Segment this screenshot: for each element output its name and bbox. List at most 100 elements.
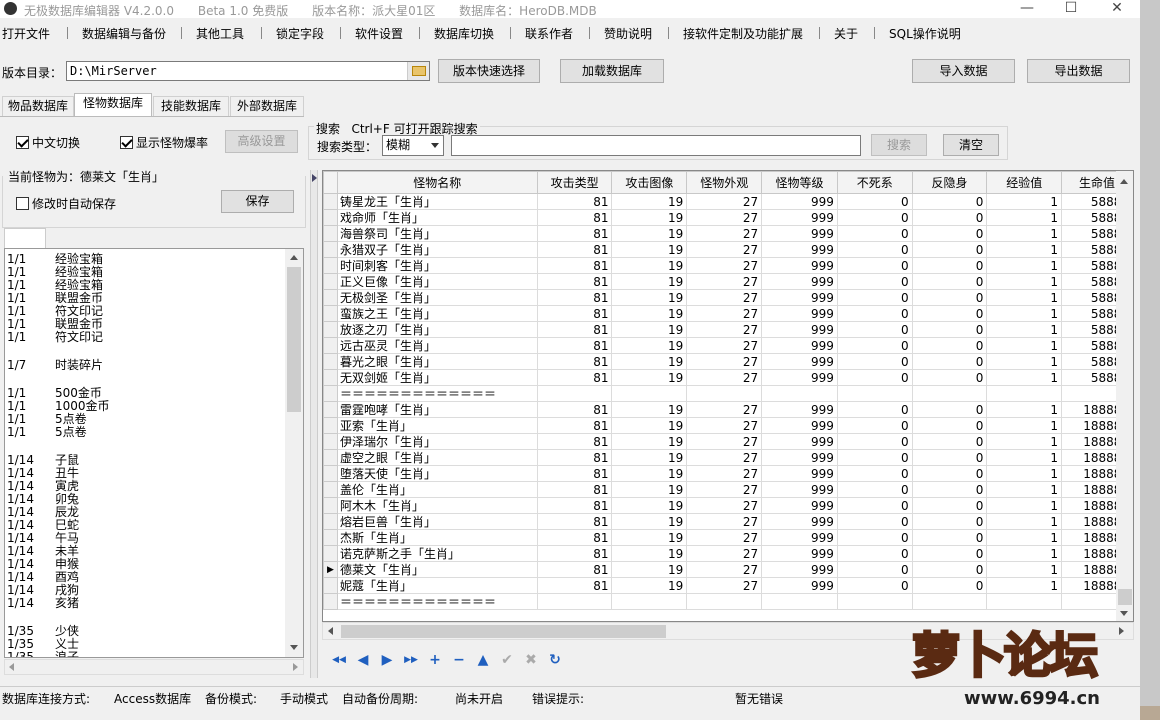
grid-cell[interactable]: 999 <box>761 241 838 258</box>
table-row[interactable]: 远古巫灵「生肖」 81 19 27 999 0 0 1 58888 <box>323 337 1133 354</box>
grid-cell[interactable]: ＝＝＝＝＝＝＝＝＝＝＝＝＝ <box>336 385 538 402</box>
last-record-icon[interactable]: ▶▶ <box>402 651 420 669</box>
grid-cell[interactable]: 999 <box>761 401 838 418</box>
grid-column-header[interactable]: 攻击图像 <box>611 171 688 194</box>
grid-cell[interactable]: 1 <box>986 417 1063 434</box>
delete-record-icon[interactable]: − <box>450 651 468 669</box>
table-row[interactable]: 蛮族之王「生肖」 81 19 27 999 0 0 1 58888 <box>323 305 1133 322</box>
grid-cell[interactable]: 81 <box>536 321 613 338</box>
auto-save-checkbox[interactable]: 修改时自动保存 <box>16 195 116 212</box>
grid-cell[interactable]: 0 <box>836 513 913 530</box>
grid-cell[interactable]: 999 <box>761 225 838 242</box>
grid-cell[interactable]: 0 <box>836 529 913 546</box>
grid-cell[interactable]: 0 <box>836 481 913 498</box>
cancel-record-icon[interactable]: ✖ <box>522 651 540 669</box>
grid-cell[interactable]: 1 <box>986 433 1063 450</box>
grid-cell[interactable]: 81 <box>536 417 613 434</box>
grid-cell[interactable]: 1 <box>986 353 1063 370</box>
grid-cell[interactable]: 放逐之刃「生肖」 <box>336 321 538 338</box>
table-row[interactable]: 诺克萨斯之手「生肖」 81 19 27 999 0 0 1 188888 <box>323 545 1133 562</box>
row-indicator[interactable] <box>323 449 338 466</box>
grid-cell[interactable]: 999 <box>761 417 838 434</box>
path-input[interactable]: D:\MirServer <box>66 61 430 81</box>
grid-cell[interactable]: 0 <box>911 337 988 354</box>
grid-cell[interactable]: 远古巫灵「生肖」 <box>336 337 538 354</box>
chinese-switch-checkbox[interactable]: 中文切换 <box>16 134 80 151</box>
grid-cell[interactable]: 27 <box>686 545 763 562</box>
grid-cell[interactable]: 81 <box>536 577 613 594</box>
grid-cell[interactable]: 1 <box>986 209 1063 226</box>
grid-cell[interactable]: 999 <box>761 497 838 514</box>
grid-cell[interactable]: 19 <box>611 561 688 578</box>
grid-cell[interactable]: 27 <box>686 481 763 498</box>
row-indicator[interactable] <box>323 497 338 514</box>
grid-cell[interactable]: 999 <box>761 369 838 386</box>
grid-column-header[interactable]: 经验值 <box>986 171 1063 194</box>
grid-cell[interactable]: 1 <box>986 529 1063 546</box>
grid-cell[interactable]: 0 <box>911 225 988 242</box>
table-row[interactable]: 妮蔻「生肖」 81 19 27 999 0 0 1 188888 <box>323 577 1133 594</box>
grid-column-header[interactable]: 攻击类型 <box>536 171 613 194</box>
drop-list-scrollbar[interactable] <box>285 249 303 657</box>
grid-cell[interactable] <box>986 385 1063 402</box>
grid-cell[interactable]: 999 <box>761 577 838 594</box>
grid-cell[interactable] <box>836 385 913 402</box>
grid-cell[interactable]: 27 <box>686 401 763 418</box>
row-indicator[interactable] <box>323 353 338 370</box>
grid-cell[interactable]: 0 <box>911 289 988 306</box>
grid-cell[interactable]: 27 <box>686 369 763 386</box>
grid-cell[interactable]: 27 <box>686 241 763 258</box>
scroll-left-icon[interactable] <box>9 663 14 671</box>
grid-cell[interactable]: 81 <box>536 273 613 290</box>
grid-cell[interactable]: 19 <box>611 353 688 370</box>
grid-cell[interactable]: 19 <box>611 369 688 386</box>
grid-cell[interactable]: 1 <box>986 225 1063 242</box>
grid-column-header[interactable]: 反隐身 <box>911 171 988 194</box>
row-indicator[interactable] <box>323 209 338 226</box>
grid-cell[interactable]: 1 <box>986 257 1063 274</box>
grid-cell[interactable]: 无双剑姬「生肖」 <box>336 369 538 386</box>
drop-list-hscroll[interactable] <box>4 659 304 675</box>
row-indicator[interactable] <box>323 513 338 530</box>
menu-item[interactable]: 锁定字段 <box>276 25 324 42</box>
grid-cell[interactable]: 0 <box>836 465 913 482</box>
grid-cell[interactable]: 81 <box>536 369 613 386</box>
grid-cell[interactable]: 0 <box>836 209 913 226</box>
tab-external[interactable]: 外部数据库 <box>230 96 304 116</box>
table-row[interactable]: 虚空之眼「生肖」 81 19 27 999 0 0 1 188888 <box>323 449 1133 466</box>
grid-cell[interactable]: 0 <box>836 289 913 306</box>
grid-cell[interactable]: 19 <box>611 289 688 306</box>
grid-cell[interactable]: 19 <box>611 449 688 466</box>
grid-cell[interactable]: 81 <box>536 289 613 306</box>
grid-cell[interactable]: 999 <box>761 257 838 274</box>
table-row[interactable]: 暮光之眼「生肖」 81 19 27 999 0 0 1 58888 <box>323 353 1133 370</box>
search-type-select[interactable]: 模糊 <box>382 135 444 156</box>
export-button[interactable]: 导出数据 <box>1027 59 1130 83</box>
grid-cell[interactable]: 19 <box>611 241 688 258</box>
table-row[interactable]: 放逐之刃「生肖」 81 19 27 999 0 0 1 58888 <box>323 321 1133 338</box>
grid-cell[interactable]: 0 <box>911 417 988 434</box>
grid-cell[interactable]: 0 <box>911 481 988 498</box>
table-row[interactable]: 堕落天使「生肖」 81 19 27 999 0 0 1 188888 <box>323 465 1133 482</box>
menu-item[interactable]: SQL操作说明 <box>889 25 961 42</box>
menu-item[interactable]: 联系作者 <box>525 25 573 42</box>
grid-cell[interactable]: 999 <box>761 353 838 370</box>
row-indicator[interactable]: ▶ <box>323 561 338 578</box>
grid-cell[interactable]: 1 <box>986 337 1063 354</box>
drop-list-tab[interactable] <box>4 228 46 248</box>
grid-column-header[interactable]: 怪物名称 <box>336 171 538 194</box>
grid-cell[interactable]: 999 <box>761 321 838 338</box>
row-indicator[interactable] <box>323 273 338 290</box>
grid-column-header[interactable]: 怪物等级 <box>761 171 838 194</box>
scroll-right-icon[interactable] <box>293 663 298 671</box>
quick-select-button[interactable]: 版本快速选择 <box>438 59 540 83</box>
grid-cell[interactable] <box>911 593 988 610</box>
grid-cell[interactable]: 27 <box>686 577 763 594</box>
grid-cell[interactable]: 0 <box>836 225 913 242</box>
grid-cell[interactable]: 19 <box>611 513 688 530</box>
grid-cell[interactable]: 0 <box>836 561 913 578</box>
grid-cell[interactable]: 999 <box>761 337 838 354</box>
import-button[interactable]: 导入数据 <box>912 59 1015 83</box>
row-indicator[interactable] <box>323 257 338 274</box>
grid-cell[interactable]: 杰斯「生肖」 <box>336 529 538 546</box>
